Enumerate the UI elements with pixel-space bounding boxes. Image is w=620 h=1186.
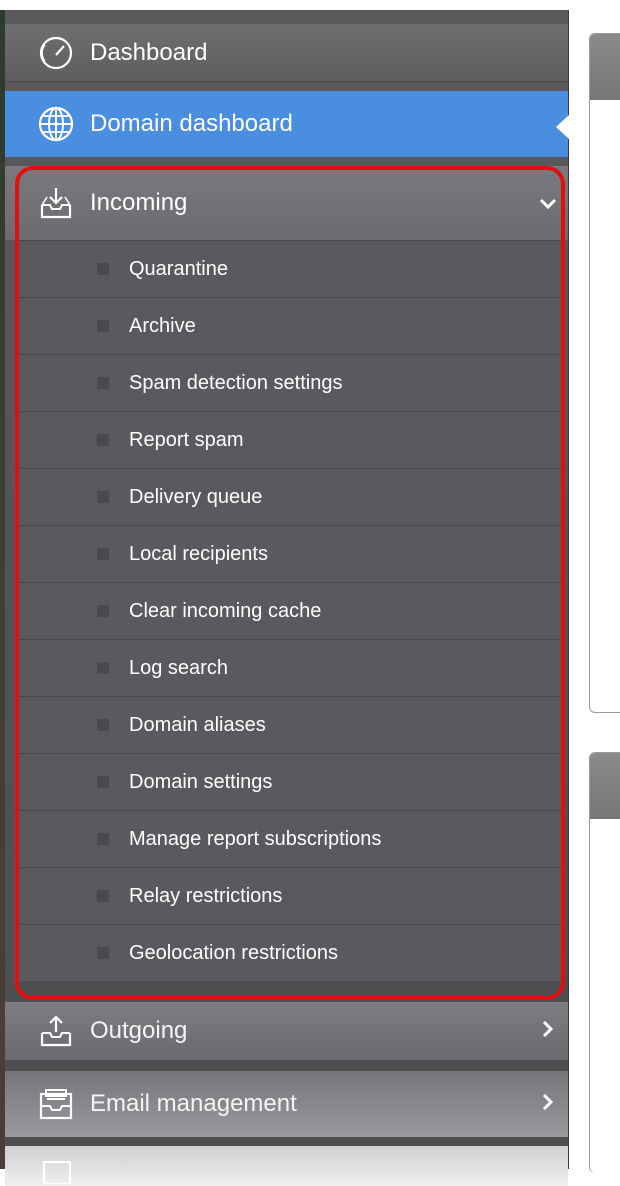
content-panel-header — [590, 753, 620, 819]
chevron-down-icon — [528, 189, 568, 217]
content-panel-top — [589, 33, 620, 713]
bullet-icon — [97, 491, 109, 503]
sidebar-item-label: Outgoing — [90, 1017, 188, 1044]
bullet-icon — [97, 434, 109, 446]
submenu-item-log-search[interactable]: Log search — [14, 639, 564, 696]
bullet-icon — [97, 719, 109, 731]
submenu-item-label: Delivery queue — [129, 485, 263, 508]
bullet-icon — [97, 320, 109, 332]
content-panel-header — [590, 34, 620, 100]
sidebar-item-label: Incoming — [90, 189, 188, 216]
sidebar-item-label: Email management — [90, 1090, 297, 1117]
submenu-item-label: Manage report subscriptions — [129, 827, 382, 850]
envelope-tray-icon — [30, 1085, 82, 1123]
submenu-item-manage-report-subscriptions[interactable]: Manage report subscriptions — [14, 810, 564, 867]
sidebar-item-incoming[interactable]: Incoming — [5, 166, 568, 240]
submenu-item-domain-settings[interactable]: Domain settings — [14, 753, 564, 810]
submenu-item-label: Spam detection settings — [129, 371, 343, 394]
submenu-item-archive[interactable]: Archive — [14, 297, 564, 354]
top-strip — [0, 0, 620, 10]
bullet-icon — [97, 776, 109, 788]
outbox-upload-icon — [30, 1012, 82, 1050]
bullet-icon — [97, 833, 109, 845]
bullet-icon — [97, 662, 109, 674]
submenu-item-relay-restrictions[interactable]: Relay restrictions — [14, 867, 564, 924]
inbox-download-icon — [30, 184, 82, 222]
submenu-item-local-recipients[interactable]: Local recipients — [14, 525, 564, 582]
submenu-item-label: Domain aliases — [129, 713, 266, 736]
sidebar-item-domain-dashboard[interactable]: Domain dashboard — [5, 91, 568, 157]
active-indicator — [556, 114, 570, 140]
globe-icon — [30, 105, 82, 143]
submenu-item-label: Report spam — [129, 428, 244, 451]
submenu-item-report-spam[interactable]: Report spam — [14, 411, 564, 468]
submenu-item-clear-incoming-cache[interactable]: Clear incoming cache — [14, 582, 564, 639]
sidebar-item-label: Dashboard — [90, 38, 208, 66]
submenu-item-label: Clear incoming cache — [129, 599, 322, 622]
incoming-submenu: Quarantine Archive Spam detection settin… — [14, 240, 564, 981]
submenu-item-label: Quarantine — [129, 257, 228, 280]
sidebar-item-label: Domain dashboard — [90, 110, 293, 137]
bullet-icon — [97, 605, 109, 617]
submenu-item-domain-aliases[interactable]: Domain aliases — [14, 696, 564, 753]
submenu-item-geolocation-restrictions[interactable]: Geolocation restrictions — [14, 924, 564, 981]
submenu-item-quarantine[interactable]: Quarantine — [14, 240, 564, 297]
submenu-item-label: Local recipients — [129, 542, 268, 565]
speedometer-icon — [30, 34, 82, 72]
sidebar-item-email-management[interactable]: Email management — [5, 1071, 568, 1137]
sidebar-item-partial[interactable] — [5, 1146, 568, 1186]
sidebar-item-outgoing[interactable]: Outgoing — [5, 1002, 568, 1060]
submenu-item-label: Geolocation restrictions — [129, 941, 338, 964]
submenu-item-label: Relay restrictions — [129, 884, 283, 907]
sidebar-item-dashboard[interactable]: Dashboard — [5, 24, 568, 82]
chevron-right-icon — [528, 1017, 568, 1045]
content-panel-bottom — [589, 752, 620, 1173]
submenu-item-spam-detection-settings[interactable]: Spam detection settings — [14, 354, 564, 411]
bullet-icon — [97, 890, 109, 902]
bullet-icon — [97, 548, 109, 560]
submenu-item-label: Archive — [129, 314, 196, 337]
chevron-right-icon — [528, 1090, 568, 1118]
bullet-icon — [97, 947, 109, 959]
bullet-icon — [97, 377, 109, 389]
bullet-icon — [97, 263, 109, 275]
submenu-item-label: Domain settings — [129, 770, 273, 793]
submenu-item-label: Log search — [129, 656, 228, 679]
submenu-item-delivery-queue[interactable]: Delivery queue — [14, 468, 564, 525]
document-icon — [30, 1147, 82, 1185]
